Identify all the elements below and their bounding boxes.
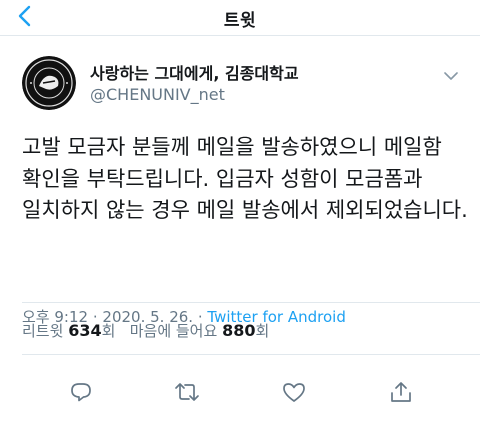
divider	[22, 302, 480, 303]
likes-count: 880	[222, 321, 256, 340]
avatar[interactable]	[22, 56, 76, 110]
retweet-icon[interactable]	[174, 380, 200, 404]
chevron-down-icon[interactable]	[444, 66, 458, 80]
likes-label: 마음에 들어요	[129, 322, 218, 340]
divider	[22, 354, 480, 355]
reply-icon[interactable]	[68, 380, 94, 404]
retweets-label: 리트윗	[22, 322, 64, 340]
retweets-stat[interactable]: 리트윗 634회	[22, 321, 116, 340]
share-icon[interactable]	[388, 380, 414, 404]
likes-stat[interactable]: 마음에 들어요 880회	[129, 321, 270, 340]
heart-icon[interactable]	[281, 380, 307, 404]
author-name[interactable]: 사랑하는 그대에게, 김종대학교	[90, 60, 299, 84]
retweets-count: 634	[68, 321, 102, 340]
retweets-unit: 회	[101, 322, 116, 340]
likes-unit: 회	[255, 322, 270, 340]
action-bar	[0, 362, 480, 422]
author-handle[interactable]: @CHENUNIV_net	[90, 85, 225, 104]
tweet-stats: 리트윗 634회 마음에 들어요 880회	[22, 320, 269, 341]
tweet-text: 고발 모금자 분들께 메일을 발송하였으니 메일함 확인을 부탁드립니다. 입금…	[22, 135, 468, 222]
page-title: 트윗	[223, 11, 257, 31]
nav-bar: 트윗	[0, 0, 480, 36]
